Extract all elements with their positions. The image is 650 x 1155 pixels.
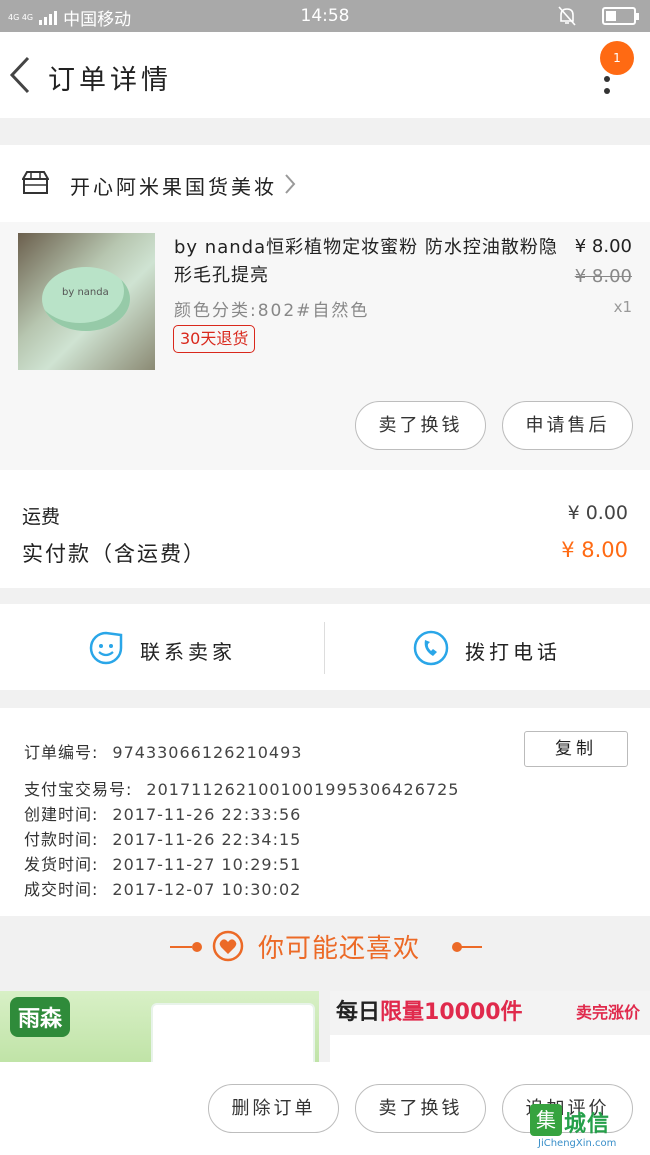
chat-face-icon <box>89 631 123 665</box>
recommend-item[interactable]: 雨森 <box>0 991 319 1065</box>
chevron-right-icon <box>285 174 296 194</box>
after-sale-button[interactable]: 申请售后 <box>502 401 633 450</box>
order-totals: 运费 ¥ 0.00 实付款（含运费） ¥ 8.00 <box>0 470 650 588</box>
info-label: 付款时间: <box>24 830 99 849</box>
recommend-header: 你可能还喜欢 <box>0 916 650 978</box>
message-badge[interactable]: 1 <box>600 41 634 75</box>
return-policy-badge: 30天退货 <box>173 325 256 353</box>
created-time-row: 创建时间: 2017-11-26 22:33:56 <box>24 801 301 825</box>
shipping-label: 运费 <box>22 506 61 528</box>
watermark-logo: 集 城信 JiChengXin.com <box>530 1100 645 1155</box>
watermark-mark: 集 <box>530 1104 562 1136</box>
order-number-row: 订单编号: 97433066126210493 <box>24 739 302 763</box>
recommend-brand-logo: 雨森 <box>10 997 71 1037</box>
info-value: 2017-11-26 22:34:15 <box>112 830 302 849</box>
alipay-number-row: 支付宝交易号: 2017112621001001995306426725 <box>24 776 459 800</box>
product-image-brand: by nanda <box>62 287 109 298</box>
heart-icon <box>212 930 244 962</box>
call-phone-button[interactable]: 拨打电话 <box>325 604 650 690</box>
info-value: 2017-12-07 10:30:02 <box>112 880 302 899</box>
shop-name: 开心阿米果国货美妆 <box>70 175 277 199</box>
delete-order-button[interactable]: 删除订单 <box>208 1084 339 1133</box>
info-label: 成交时间: <box>24 880 99 899</box>
watermark-url: JiChengXin.com <box>538 1138 617 1149</box>
contact-bar: 联系卖家 拨打电话 <box>0 604 650 690</box>
phone-icon <box>413 630 449 666</box>
paid-label: 实付款（含运费） <box>22 542 206 566</box>
contact-seller-button[interactable]: 联系卖家 <box>0 604 325 690</box>
status-bar: 4G 4G 中国移动 14:58 <box>0 0 650 32</box>
product-package <box>153 1005 313 1065</box>
page-title: 订单详情 <box>48 65 172 96</box>
banner-highlight: 限量10000件 <box>380 1000 523 1025</box>
battery-icon <box>602 7 639 25</box>
clock: 14:58 <box>300 6 350 26</box>
call-phone-label: 拨打电话 <box>465 640 561 664</box>
recommend-title: 你可能还喜欢 <box>258 934 421 964</box>
info-label: 支付宝交易号: <box>24 780 133 799</box>
product-package <box>330 1035 650 1065</box>
shop-icon <box>22 171 49 194</box>
nav-header: 订单详情 1 <box>0 32 650 118</box>
order-info: 订单编号: 97433066126210493 复制 支付宝交易号: 2017112… <box>0 708 650 916</box>
product-image[interactable]: by nanda <box>18 233 155 370</box>
paid-time-row: 付款时间: 2017-11-26 22:34:15 <box>24 826 301 850</box>
watermark-text: 城信 <box>564 1112 611 1137</box>
info-value: 2017-11-27 10:29:51 <box>112 855 302 874</box>
recommend-banner: 每日限量10000件 卖完涨价 <box>330 991 650 1035</box>
info-label: 创建时间: <box>24 805 99 824</box>
shop-row[interactable]: 开心阿米果国货美妆 <box>0 145 650 222</box>
info-value: 97433066126210493 <box>112 743 303 762</box>
sell-button[interactable]: 卖了换钱 <box>355 401 486 450</box>
info-value: 2017-11-26 22:33:56 <box>112 805 302 824</box>
info-label: 发货时间: <box>24 855 99 874</box>
banner-text: 每日 <box>336 1000 381 1025</box>
info-value: 2017112621001001995306426725 <box>146 780 460 799</box>
decor-line <box>170 946 192 948</box>
product-sku: 颜色分类:802#自然色 <box>174 301 370 321</box>
product-original-price: ¥ 8.00 <box>574 266 632 287</box>
shipped-time-row: 发货时间: 2017-11-27 10:29:51 <box>24 851 301 875</box>
product-price: ¥ 8.00 <box>574 236 632 257</box>
product-name[interactable]: by nanda恒彩植物定妆蜜粉 防水控油散粉隐形毛孔提亮 <box>174 234 569 290</box>
recommend-item[interactable]: 每日限量10000件 卖完涨价 <box>330 991 650 1065</box>
product-item: by nanda by nanda恒彩植物定妆蜜粉 防水控油散粉隐形毛孔提亮 ¥… <box>0 222 650 470</box>
copy-button[interactable]: 复制 <box>524 731 628 767</box>
paid-value: ¥ 8.00 <box>561 538 628 562</box>
sell-button-bottom[interactable]: 卖了换钱 <box>355 1084 486 1133</box>
product-quantity: x1 <box>613 298 632 316</box>
decor-dot <box>192 942 202 952</box>
shipping-value: ¥ 0.00 <box>567 502 628 524</box>
contact-seller-label: 联系卖家 <box>140 640 236 664</box>
info-label: 订单编号: <box>24 743 99 762</box>
completed-time-row: 成交时间: 2017-12-07 10:30:02 <box>24 876 301 900</box>
banner-tag: 卖完涨价 <box>575 1003 640 1022</box>
decor-line <box>460 946 482 948</box>
mute-bell-icon <box>558 6 576 26</box>
back-arrow-icon[interactable] <box>6 54 36 96</box>
